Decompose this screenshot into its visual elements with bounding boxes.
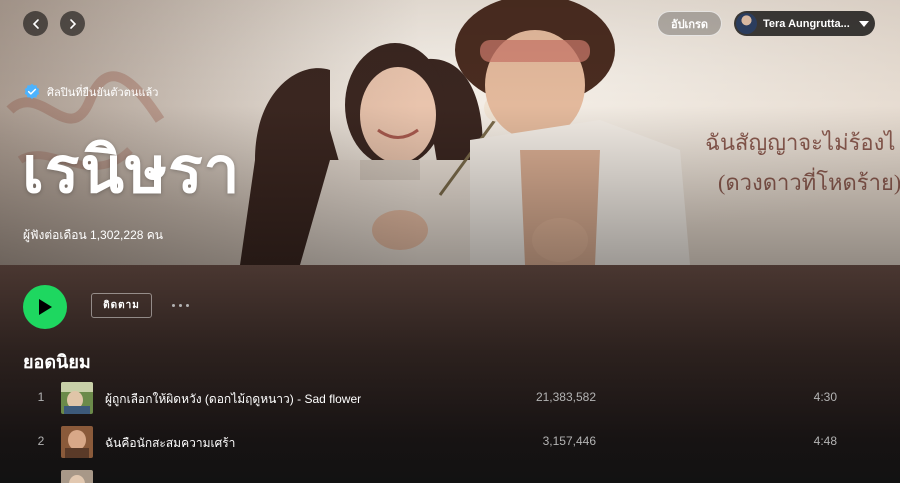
play-icon — [39, 299, 52, 315]
track-cover-image — [61, 426, 93, 458]
track-play-count: 3,157,446 — [542, 434, 596, 448]
track-row[interactable] — [23, 466, 877, 483]
track-title[interactable]: ฉันคือนักสะสมความเศร้า — [105, 434, 235, 453]
track-number: 2 — [37, 434, 45, 448]
artist-hero-banner: ฉันสัญญาจะไม่ร้องไ (ดวงดาวที่โหดร้าย) อั… — [0, 0, 900, 265]
follow-button[interactable]: ติดตาม — [91, 293, 152, 318]
more-dot — [179, 303, 182, 307]
verified-badge: ศิลปินที่ยืนยันตัวตนแล้ว — [23, 83, 158, 101]
upgrade-button[interactable]: อัปเกรด — [657, 11, 722, 36]
chevron-left-icon — [32, 18, 39, 29]
track-play-count: 21,383,582 — [535, 390, 596, 404]
more-dot — [186, 303, 189, 307]
track-duration: 4:30 — [813, 390, 837, 404]
caret-down-icon — [859, 20, 869, 27]
more-options-button[interactable] — [172, 295, 189, 315]
verified-check-icon — [24, 83, 40, 100]
artist-content: ติดตาม ยอดนิยม 1 ผู้ถูกเลือกให้ผิดหวัง (… — [0, 265, 900, 483]
verified-label: ศิลปินที่ยืนยันตัวตนแล้ว — [47, 87, 159, 99]
track-cover-image — [61, 470, 93, 483]
more-horizontal-icon — [172, 303, 175, 307]
track-cover-image — [61, 382, 93, 414]
chevron-right-icon — [69, 18, 76, 29]
artist-name: เรนิษรา — [22, 134, 241, 206]
forward-button[interactable] — [60, 11, 85, 36]
track-number: 1 — [37, 390, 45, 404]
track-row[interactable]: 1 ผู้ถูกเลือกให้ผิดหวัง (ดอกไม้ฤดูหนาว) … — [23, 378, 877, 418]
popular-section-title: ยอดนิยม — [23, 352, 91, 372]
user-menu-button[interactable]: Tera Aungrutta... — [734, 11, 875, 36]
track-duration: 4:48 — [813, 434, 837, 448]
avatar — [736, 13, 757, 34]
back-button[interactable] — [23, 11, 48, 36]
track-title[interactable]: ผู้ถูกเลือกให้ผิดหวัง (ดอกไม้ฤดูหนาว) - … — [105, 390, 361, 409]
play-button[interactable] — [23, 285, 67, 329]
monthly-listeners: ผู้ฟังต่อเดือน 1,302,228 คน — [23, 228, 163, 242]
track-row[interactable]: 2 ฉันคือนักสะสมความเศร้า 3,157,446 4:48 — [23, 422, 877, 462]
user-name: Tera Aungrutta... — [763, 17, 850, 30]
